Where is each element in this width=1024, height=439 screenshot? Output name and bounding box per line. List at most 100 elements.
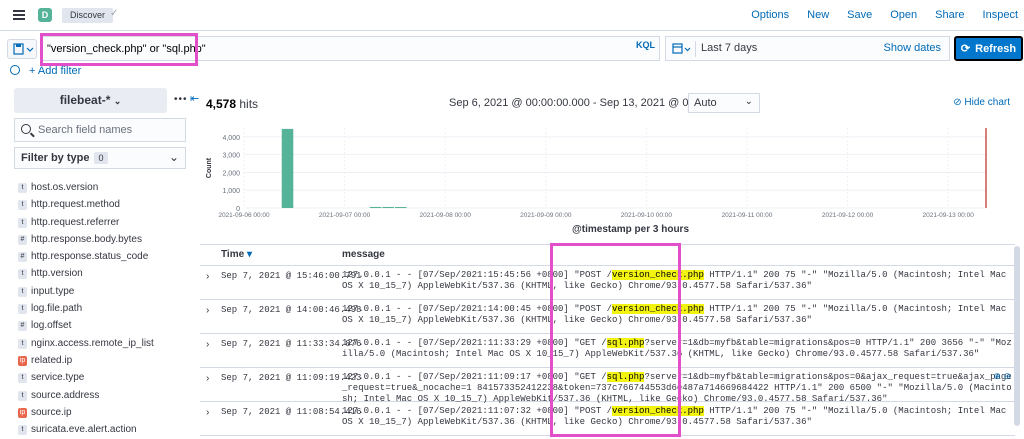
table-row[interactable]: › Sep 7, 2021 @ 11:33:34.876 127.0.0.1 - -… <box>200 334 1015 368</box>
calendar-icon[interactable] <box>670 41 696 57</box>
field-list: t host.os.version t http.request.method t htt… <box>14 180 194 439</box>
add-filter-link[interactable]: + Add filter <box>29 65 81 77</box>
filter-by-type-label: Filter by type <box>21 152 90 164</box>
field-item[interactable]: t nginx.access.remote_ip_list <box>14 336 194 353</box>
expand-row-icon[interactable]: › <box>206 373 209 384</box>
time-header-label: Time <box>221 249 245 260</box>
save-icon <box>13 43 34 55</box>
row-message: 127.0.0.1 - - [07/Sep/2021:11:07:32 +080… <box>342 406 1012 428</box>
hide-chart-link[interactable]: ⊘ Hide chart <box>953 97 1010 108</box>
saved-query-button[interactable] <box>7 39 37 59</box>
hit-count-value: 4,578 <box>206 97 237 111</box>
message-column-header[interactable]: message <box>342 249 385 260</box>
field-item[interactable]: t source.address <box>14 388 194 405</box>
number-type-icon: # <box>18 321 27 332</box>
y-tick-label: 2,000 <box>222 170 240 177</box>
kql-toggle[interactable]: KQL <box>636 40 655 50</box>
expand-row-icon[interactable]: › <box>206 407 209 418</box>
table-header: Time ▾ message <box>200 244 1015 266</box>
query-input[interactable] <box>40 36 660 61</box>
x-tick-label: 2021-09-08 00:00 <box>420 212 472 219</box>
field-name: source.address <box>31 389 100 401</box>
new-link[interactable]: New <box>807 9 829 21</box>
row-message: 127.0.0.1 - - [07/Sep/2021:11:09:17 +080… <box>342 372 1012 405</box>
table-row[interactable]: › Sep 7, 2021 @ 14:00:46.498 127.0.0.1 - -… <box>200 300 1015 334</box>
show-dates-link[interactable]: Show dates <box>884 42 941 54</box>
date-picker[interactable]: Last 7 days Show dates <box>665 36 950 61</box>
eye-closed-icon: ⊘ <box>953 97 965 108</box>
field-item[interactable]: t http.request.method <box>14 197 194 214</box>
ip-type-icon: ip <box>18 407 27 418</box>
field-item[interactable]: t input.type <box>14 284 194 301</box>
string-type-icon: t <box>18 269 27 280</box>
field-item[interactable]: t http.version <box>14 266 194 283</box>
x-tick-label: 2021-09-09 00:00 <box>520 212 572 219</box>
field-item[interactable]: t host.os.version <box>14 180 194 197</box>
search-match-highlight: sql.php <box>606 338 645 348</box>
field-name: http.request.method <box>31 199 120 211</box>
save-link[interactable]: Save <box>847 9 872 21</box>
table-scrollbar[interactable] <box>1014 246 1020 426</box>
filter-for-icon[interactable]: ⊕ <box>993 371 1001 381</box>
field-name: http.response.body.bytes <box>31 233 142 245</box>
filter-by-type-button[interactable]: Filter by type 0 ⌄ <box>14 147 186 169</box>
space-avatar[interactable]: D <box>38 8 52 22</box>
share-link[interactable]: Share <box>935 9 964 21</box>
table-row[interactable]: › Sep 7, 2021 @ 15:46:00.791 127.0.0.1 - -… <box>200 266 1015 300</box>
more-options-icon[interactable]: ••• <box>174 94 188 105</box>
index-pattern-selector[interactable]: filebeat-* ⌄ <box>14 88 167 113</box>
row-timestamp: Sep 7, 2021 @ 11:09:19.423 <box>221 373 362 383</box>
hit-count: 4,578 hits <box>206 97 258 111</box>
histogram-bar <box>369 206 382 208</box>
expand-row-icon[interactable]: › <box>206 305 209 316</box>
date-range-label[interactable]: Last 7 days <box>701 42 757 54</box>
sort-desc-icon[interactable]: ▾ <box>247 249 252 260</box>
field-item[interactable]: # log.offset <box>14 318 194 335</box>
options-link[interactable]: Options <box>751 9 789 21</box>
time-column-header[interactable]: Time ▾ <box>221 249 252 260</box>
field-item[interactable]: t http.request.referrer <box>14 215 194 232</box>
message-text: 127.0.0.1 - - [07/Sep/2021:11:07:32 +080… <box>342 406 613 416</box>
filter-out-icon[interactable]: ⊖ <box>1003 371 1011 381</box>
field-item[interactable]: # http.response.body.bytes <box>14 232 194 249</box>
x-tick-label: 2021-09-07 00:00 <box>319 212 371 219</box>
field-item[interactable]: t suricata.eve.alert.action <box>14 422 194 439</box>
breadcrumb-discover[interactable]: Discover <box>62 8 114 23</box>
inspect-link[interactable]: Inspect <box>983 9 1018 21</box>
interval-value: Auto <box>694 97 717 109</box>
field-item[interactable]: ip source.ip <box>14 405 194 422</box>
search-match-highlight: sql.php <box>606 372 645 382</box>
filter-options-icon[interactable] <box>10 65 20 75</box>
field-name: nginx.access.remote_ip_list <box>31 337 154 349</box>
field-item[interactable]: # http.response.status_code <box>14 249 194 266</box>
expand-row-icon[interactable]: › <box>206 271 209 282</box>
open-link[interactable]: Open <box>890 9 917 21</box>
field-item[interactable]: t service.type <box>14 370 194 387</box>
expand-row-icon[interactable]: › <box>206 339 209 350</box>
search-match-highlight: version_check.php <box>612 270 704 280</box>
message-text: 127.0.0.1 - - [07/Sep/2021:11:33:29 +080… <box>342 338 607 348</box>
index-pattern-label: filebeat-* <box>59 93 111 107</box>
interval-select[interactable]: Auto ⌄ <box>688 93 760 113</box>
document-table: › Sep 7, 2021 @ 15:46:00.791 127.0.0.1 - -… <box>200 266 1015 436</box>
string-type-icon: t <box>18 390 27 401</box>
field-search[interactable]: Search field names <box>14 118 186 142</box>
y-axis-title: Count <box>206 157 213 178</box>
row-timestamp: Sep 7, 2021 @ 11:33:34.876 <box>221 339 362 349</box>
table-row[interactable]: › Sep 7, 2021 @ 11:09:19.423 127.0.0.1 - -… <box>200 368 1015 405</box>
field-search-placeholder: Search field names <box>38 124 133 136</box>
refresh-button[interactable]: ⟳ Refresh <box>954 36 1023 61</box>
field-name: log.file.path <box>31 303 83 315</box>
menu-icon[interactable] <box>13 10 25 20</box>
field-item[interactable]: t log.file.path <box>14 301 194 318</box>
main-panel: 4,578 hits Sep 6, 2021 @ 00:00:00.000 - … <box>200 84 1024 437</box>
chevron-icon: ✓ <box>110 8 119 19</box>
field-name: service.type <box>31 372 85 384</box>
filter-actions[interactable]: ⊕ ⊖ <box>993 371 1011 382</box>
top-nav: Options New Save Open Share Inspect <box>733 9 1018 21</box>
table-row[interactable]: › Sep 7, 2021 @ 11:08:54.416 127.0.0.1 - -… <box>200 402 1015 436</box>
query-bar: KQL Last 7 days Show dates ⟳ Refresh <box>0 31 1024 63</box>
field-item[interactable]: ip related.ip <box>14 353 194 370</box>
row-message: 127.0.0.1 - - [07/Sep/2021:11:33:29 +080… <box>342 338 1012 360</box>
collapse-sidebar-icon[interactable]: ⇤ <box>190 92 199 105</box>
